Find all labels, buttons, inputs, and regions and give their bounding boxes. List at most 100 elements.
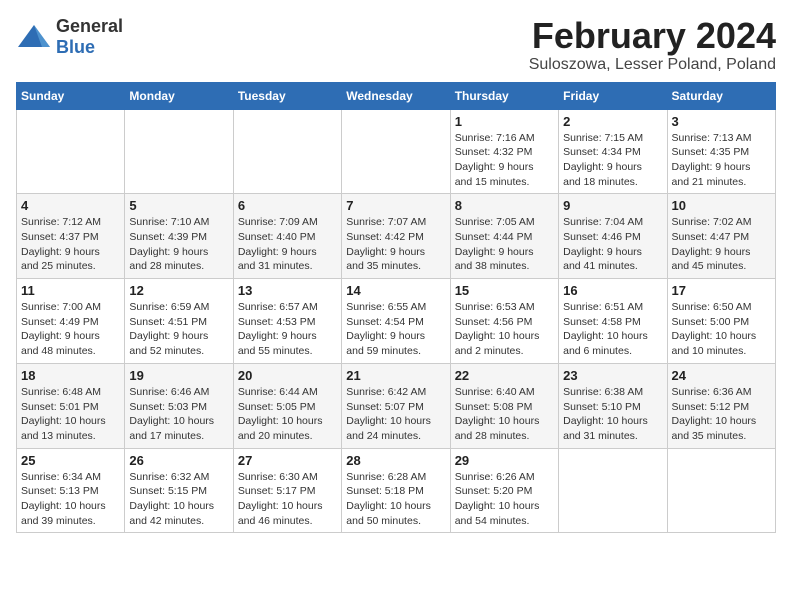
calendar-day-cell: 19Sunrise: 6:46 AM Sunset: 5:03 PM Dayli… <box>125 363 233 448</box>
weekday-header-cell: Sunday <box>17 82 125 109</box>
day-number: 24 <box>672 368 771 383</box>
day-number: 22 <box>455 368 554 383</box>
day-number: 13 <box>238 283 337 298</box>
calendar-day-cell: 21 Sunrise: 6:42 AM Sunset: 5:07 PM Dayli… <box>342 363 450 448</box>
calendar-day-cell: 28 Sunrise: 6:28 AM Sunset: 5:18 PM Dayli… <box>342 448 450 533</box>
day-number: 20 <box>238 368 337 383</box>
day-number: 19 <box>129 368 228 383</box>
logo-icon <box>16 23 52 51</box>
calendar-day-cell: 17 Sunrise: 6:50 AM Sunset: 5:00 PM Dayli… <box>667 279 775 364</box>
day-number: 16 <box>563 283 662 298</box>
day-number: 17 <box>672 283 771 298</box>
day-info: Sunrise: 7:00 AM Sunset: 4:49 PM Dayligh… <box>21 300 120 359</box>
calendar-day-cell: 4Sunrise: 7:12 AM Sunset: 4:37 PM Daylig… <box>17 194 125 279</box>
day-number: 28 <box>346 453 445 468</box>
day-info: Sunrise: 7:15 AM Sunset: 4:34 PM Dayligh… <box>563 131 662 190</box>
day-info: Sunrise: 6:57 AM Sunset: 4:53 PM Dayligh… <box>238 300 337 359</box>
day-number: 25 <box>21 453 120 468</box>
calendar-day-cell: 11 Sunrise: 7:00 AM Sunset: 4:49 PM Dayli… <box>17 279 125 364</box>
day-info: Sunrise: 6:28 AM Sunset: 5:18 PM Dayligh… <box>346 470 445 529</box>
day-number: 21 <box>346 368 445 383</box>
day-number: 5 <box>129 198 228 213</box>
location-subtitle: Suloszowa, Lesser Poland, Poland <box>529 56 776 74</box>
day-info: Sunrise: 7:07 AM Sunset: 4:42 PM Dayligh… <box>346 215 445 274</box>
day-info: Sunrise: 6:32 AM Sunset: 5:15 PM Dayligh… <box>129 470 228 529</box>
calendar-day-cell <box>559 448 667 533</box>
day-number: 26 <box>129 453 228 468</box>
day-info: Sunrise: 7:12 AM Sunset: 4:37 PM Dayligh… <box>21 215 120 274</box>
calendar-day-cell: 23Sunrise: 6:38 AM Sunset: 5:10 PM Dayli… <box>559 363 667 448</box>
day-number: 18 <box>21 368 120 383</box>
calendar-day-cell <box>17 109 125 194</box>
logo: General Blue <box>16 16 123 58</box>
day-number: 2 <box>563 114 662 129</box>
day-info: Sunrise: 7:09 AM Sunset: 4:40 PM Dayligh… <box>238 215 337 274</box>
calendar-day-cell <box>233 109 341 194</box>
calendar-week-row: 1 Sunrise: 7:16 AM Sunset: 4:32 PM Daylig… <box>17 109 776 194</box>
day-info: Sunrise: 6:50 AM Sunset: 5:00 PM Dayligh… <box>672 300 771 359</box>
day-info: Sunrise: 6:30 AM Sunset: 5:17 PM Dayligh… <box>238 470 337 529</box>
calendar-day-cell: 14 Sunrise: 6:55 AM Sunset: 4:54 PM Dayli… <box>342 279 450 364</box>
day-info: Sunrise: 7:05 AM Sunset: 4:44 PM Dayligh… <box>455 215 554 274</box>
day-info: Sunrise: 6:53 AM Sunset: 4:56 PM Dayligh… <box>455 300 554 359</box>
weekday-header-cell: Wednesday <box>342 82 450 109</box>
weekday-header-cell: Saturday <box>667 82 775 109</box>
calendar-day-cell: 16 Sunrise: 6:51 AM Sunset: 4:58 PM Dayli… <box>559 279 667 364</box>
calendar-day-cell: 29Sunrise: 6:26 AM Sunset: 5:20 PM Dayli… <box>450 448 558 533</box>
title-section: February 2024 Suloszowa, Lesser Poland, … <box>529 16 776 74</box>
calendar-table: SundayMondayTuesdayWednesdayThursdayFrid… <box>16 82 776 534</box>
calendar-day-cell: 3 Sunrise: 7:13 AM Sunset: 4:35 PM Daylig… <box>667 109 775 194</box>
page-header: General Blue February 2024 Suloszowa, Le… <box>16 16 776 74</box>
calendar-week-row: 25 Sunrise: 6:34 AM Sunset: 5:13 PM Dayli… <box>17 448 776 533</box>
calendar-day-cell: 13 Sunrise: 6:57 AM Sunset: 4:53 PM Dayli… <box>233 279 341 364</box>
day-info: Sunrise: 6:48 AM Sunset: 5:01 PM Dayligh… <box>21 385 120 444</box>
calendar-day-cell: 10Sunrise: 7:02 AM Sunset: 4:47 PM Dayli… <box>667 194 775 279</box>
day-info: Sunrise: 6:42 AM Sunset: 5:07 PM Dayligh… <box>346 385 445 444</box>
calendar-body: 1 Sunrise: 7:16 AM Sunset: 4:32 PM Daylig… <box>17 109 776 533</box>
calendar-day-cell: 24 Sunrise: 6:36 AM Sunset: 5:12 PM Dayli… <box>667 363 775 448</box>
day-number: 6 <box>238 198 337 213</box>
day-number: 1 <box>455 114 554 129</box>
day-info: Sunrise: 6:38 AM Sunset: 5:10 PM Dayligh… <box>563 385 662 444</box>
calendar-day-cell: 18 Sunrise: 6:48 AM Sunset: 5:01 PM Dayli… <box>17 363 125 448</box>
day-info: Sunrise: 6:44 AM Sunset: 5:05 PM Dayligh… <box>238 385 337 444</box>
day-number: 12 <box>129 283 228 298</box>
calendar-day-cell: 26 Sunrise: 6:32 AM Sunset: 5:15 PM Dayli… <box>125 448 233 533</box>
day-number: 9 <box>563 198 662 213</box>
calendar-day-cell <box>125 109 233 194</box>
day-number: 14 <box>346 283 445 298</box>
day-number: 27 <box>238 453 337 468</box>
day-number: 15 <box>455 283 554 298</box>
month-title: February 2024 <box>529 16 776 56</box>
calendar-week-row: 18 Sunrise: 6:48 AM Sunset: 5:01 PM Dayli… <box>17 363 776 448</box>
day-number: 3 <box>672 114 771 129</box>
day-info: Sunrise: 6:34 AM Sunset: 5:13 PM Dayligh… <box>21 470 120 529</box>
calendar-day-cell: 7Sunrise: 7:07 AM Sunset: 4:42 PM Daylig… <box>342 194 450 279</box>
day-info: Sunrise: 7:16 AM Sunset: 4:32 PM Dayligh… <box>455 131 554 190</box>
calendar-day-cell: 8 Sunrise: 7:05 AM Sunset: 4:44 PM Daylig… <box>450 194 558 279</box>
weekday-header-cell: Tuesday <box>233 82 341 109</box>
day-number: 11 <box>21 283 120 298</box>
calendar-day-cell: 12 Sunrise: 6:59 AM Sunset: 4:51 PM Dayli… <box>125 279 233 364</box>
day-info: Sunrise: 6:59 AM Sunset: 4:51 PM Dayligh… <box>129 300 228 359</box>
day-info: Sunrise: 6:36 AM Sunset: 5:12 PM Dayligh… <box>672 385 771 444</box>
calendar-day-cell: 25 Sunrise: 6:34 AM Sunset: 5:13 PM Dayli… <box>17 448 125 533</box>
day-info: Sunrise: 6:55 AM Sunset: 4:54 PM Dayligh… <box>346 300 445 359</box>
weekday-header-cell: Monday <box>125 82 233 109</box>
day-info: Sunrise: 7:13 AM Sunset: 4:35 PM Dayligh… <box>672 131 771 190</box>
day-info: Sunrise: 6:51 AM Sunset: 4:58 PM Dayligh… <box>563 300 662 359</box>
calendar-day-cell: 9Sunrise: 7:04 AM Sunset: 4:46 PM Daylig… <box>559 194 667 279</box>
weekday-header-cell: Friday <box>559 82 667 109</box>
calendar-day-cell <box>667 448 775 533</box>
weekday-header-cell: Thursday <box>450 82 558 109</box>
day-info: Sunrise: 7:10 AM Sunset: 4:39 PM Dayligh… <box>129 215 228 274</box>
calendar-day-cell: 22Sunrise: 6:40 AM Sunset: 5:08 PM Dayli… <box>450 363 558 448</box>
day-number: 8 <box>455 198 554 213</box>
calendar-day-cell: 5 Sunrise: 7:10 AM Sunset: 4:39 PM Daylig… <box>125 194 233 279</box>
calendar-day-cell: 27 Sunrise: 6:30 AM Sunset: 5:17 PM Dayli… <box>233 448 341 533</box>
logo-blue-text: Blue <box>56 37 95 57</box>
day-number: 10 <box>672 198 771 213</box>
calendar-day-cell: 20 Sunrise: 6:44 AM Sunset: 5:05 PM Dayli… <box>233 363 341 448</box>
calendar-day-cell: 15 Sunrise: 6:53 AM Sunset: 4:56 PM Dayli… <box>450 279 558 364</box>
calendar-day-cell: 6 Sunrise: 7:09 AM Sunset: 4:40 PM Daylig… <box>233 194 341 279</box>
